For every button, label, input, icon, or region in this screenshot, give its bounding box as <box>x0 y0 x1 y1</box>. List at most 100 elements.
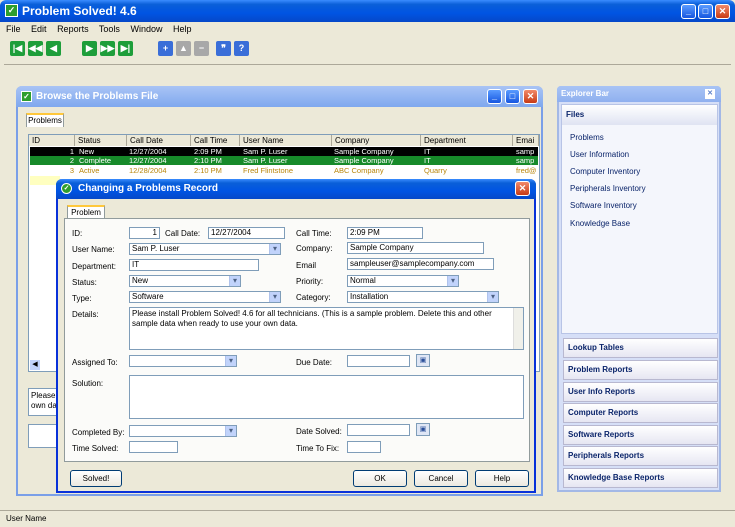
prev-page-icon[interactable]: ◀◀ <box>28 41 43 56</box>
browse-maximize-button[interactable]: □ <box>505 89 520 104</box>
help-button[interactable]: Help <box>475 470 529 487</box>
cancel-button[interactable]: Cancel <box>414 470 468 487</box>
menu-help[interactable]: Help <box>173 24 192 34</box>
help-icon[interactable]: ? <box>234 41 249 56</box>
col-id[interactable]: ID <box>29 135 75 146</box>
prev-record-icon[interactable]: ◀ <box>46 41 61 56</box>
call-date-label: Call Date: <box>165 229 201 238</box>
menu-tools[interactable]: Tools <box>99 24 120 34</box>
date-solved-field[interactable] <box>347 424 410 436</box>
solution-textarea[interactable] <box>129 375 524 419</box>
grid-scroll-left-button[interactable]: ◀ <box>30 360 40 370</box>
section-problem-reports[interactable]: Problem Reports <box>563 360 718 380</box>
col-user-name[interactable]: User Name <box>240 135 332 146</box>
details-scrollbar[interactable] <box>513 308 523 349</box>
user-name-select[interactable]: Sam P. Luser <box>129 243 281 255</box>
priority-label: Priority: <box>296 277 324 286</box>
col-call-date[interactable]: Call Date <box>127 135 191 146</box>
priority-select[interactable]: Normal <box>347 275 459 287</box>
due-date-field[interactable] <box>347 355 410 367</box>
minimize-button[interactable]: _ <box>681 4 696 19</box>
menu-window[interactable]: Window <box>130 24 162 34</box>
solution-label: Solution: <box>72 379 104 388</box>
status-text: User Name <box>6 514 47 523</box>
id-label: ID: <box>72 229 83 238</box>
category-label: Category: <box>296 293 331 302</box>
section-peripherals-reports[interactable]: Peripherals Reports <box>563 446 718 466</box>
details-textarea[interactable]: Please install Problem Solved! 4.6 for a… <box>129 307 524 350</box>
browse-title-bar: ✓ Browse the Problems File _ □ ✕ <box>16 86 543 107</box>
assigned-to-select[interactable] <box>129 355 237 367</box>
section-software-reports[interactable]: Software Reports <box>563 425 718 445</box>
first-record-icon[interactable]: |◀ <box>10 41 25 56</box>
call-time-field[interactable]: 2:09 PM <box>347 227 423 239</box>
status-label: Status: <box>72 278 97 287</box>
call-date-field[interactable]: 12/27/2004 <box>208 227 285 239</box>
quote-icon[interactable]: ❞ <box>216 41 231 56</box>
email-label: Email <box>296 261 317 270</box>
dialog-icon: ✓ <box>61 183 72 194</box>
files-link-knowledge-base[interactable]: Knowledge Base <box>570 219 630 228</box>
email-field[interactable]: sampleuser@samplecompany.com <box>347 258 494 270</box>
time-solved-label: Time Solved: <box>72 444 119 453</box>
next-record-icon[interactable]: ▶ <box>82 41 97 56</box>
app-title: Problem Solved! 4.6 <box>22 4 137 18</box>
last-record-icon[interactable]: ▶| <box>118 41 133 56</box>
type-label: Type: <box>72 294 92 303</box>
add-record-icon[interactable]: + <box>158 41 173 56</box>
completed-by-select[interactable] <box>129 425 237 437</box>
category-select[interactable]: Installation <box>347 291 499 303</box>
files-link-software-inventory[interactable]: Software Inventory <box>570 201 637 210</box>
menu-file[interactable]: File <box>6 24 21 34</box>
files-header[interactable]: Files <box>562 105 717 125</box>
section-knowledge-base-reports[interactable]: Knowledge Base Reports <box>563 468 718 488</box>
company-field[interactable]: Sample Company <box>347 242 484 254</box>
section-user-info-reports[interactable]: User Info Reports <box>563 382 718 402</box>
browse-close-button[interactable]: ✕ <box>523 89 538 104</box>
assigned-to-label: Assigned To: <box>72 358 118 367</box>
date-solved-calendar-icon[interactable]: ▣ <box>416 423 430 436</box>
table-row[interactable]: 2 Complete 12/27/2004 2:10 PM Sam P. Lus… <box>30 156 538 165</box>
ok-button[interactable]: OK <box>353 470 407 487</box>
time-to-fix-label: Time To Fix: <box>296 444 340 453</box>
browse-minimize-button[interactable]: _ <box>487 89 502 104</box>
details-label: Details: <box>72 310 99 319</box>
menu-edit[interactable]: Edit <box>31 24 47 34</box>
maximize-button[interactable]: □ <box>698 4 713 19</box>
menu-bar: File Edit Reports Tools Window Help <box>6 24 200 34</box>
table-row[interactable]: 1 New 12/27/2004 2:09 PM Sam P. Luser Sa… <box>30 147 538 156</box>
dialog-tab-problem[interactable]: Problem <box>67 205 105 219</box>
status-select[interactable]: New <box>129 275 241 287</box>
time-to-fix-field[interactable] <box>347 441 381 453</box>
col-department[interactable]: Department <box>421 135 513 146</box>
call-time-label: Call Time: <box>296 229 332 238</box>
files-link-computer-inventory[interactable]: Computer Inventory <box>570 167 640 176</box>
type-select[interactable]: Software <box>129 291 281 303</box>
col-call-time[interactable]: Call Time <box>191 135 240 146</box>
close-button[interactable]: ✕ <box>715 4 730 19</box>
col-status[interactable]: Status <box>75 135 127 146</box>
section-lookup-tables[interactable]: Lookup Tables <box>563 338 718 358</box>
department-label: Department: <box>72 262 117 271</box>
browse-tab[interactable]: Problems <box>26 113 64 127</box>
next-page-icon[interactable]: ▶▶ <box>100 41 115 56</box>
col-email[interactable]: Emai <box>513 135 539 146</box>
col-company[interactable]: Company <box>332 135 421 146</box>
time-solved-field[interactable] <box>129 441 178 453</box>
id-field[interactable]: 1 <box>129 227 160 239</box>
up-icon[interactable]: ▲ <box>176 41 191 56</box>
files-link-problems[interactable]: Problems <box>570 133 604 142</box>
dialog-close-button[interactable]: ✕ <box>515 181 530 196</box>
files-link-user-information[interactable]: User Information <box>570 150 629 159</box>
explorer-title: Explorer Bar <box>561 89 610 98</box>
remove-record-icon[interactable]: − <box>194 41 209 56</box>
files-link-peripherals-inventory[interactable]: Peripherals Inventory <box>570 184 646 193</box>
menu-reports[interactable]: Reports <box>57 24 89 34</box>
table-row[interactable]: 3 Active 12/28/2004 2:10 PM Fred Flintst… <box>30 166 538 175</box>
due-date-calendar-icon[interactable]: ▣ <box>416 354 430 367</box>
solved-button[interactable]: Solved! <box>70 470 122 487</box>
due-date-label: Due Date: <box>296 358 333 367</box>
department-field[interactable]: IT <box>129 259 259 271</box>
section-computer-reports[interactable]: Computer Reports <box>563 403 718 423</box>
explorer-close-icon[interactable]: ✕ <box>705 89 715 99</box>
